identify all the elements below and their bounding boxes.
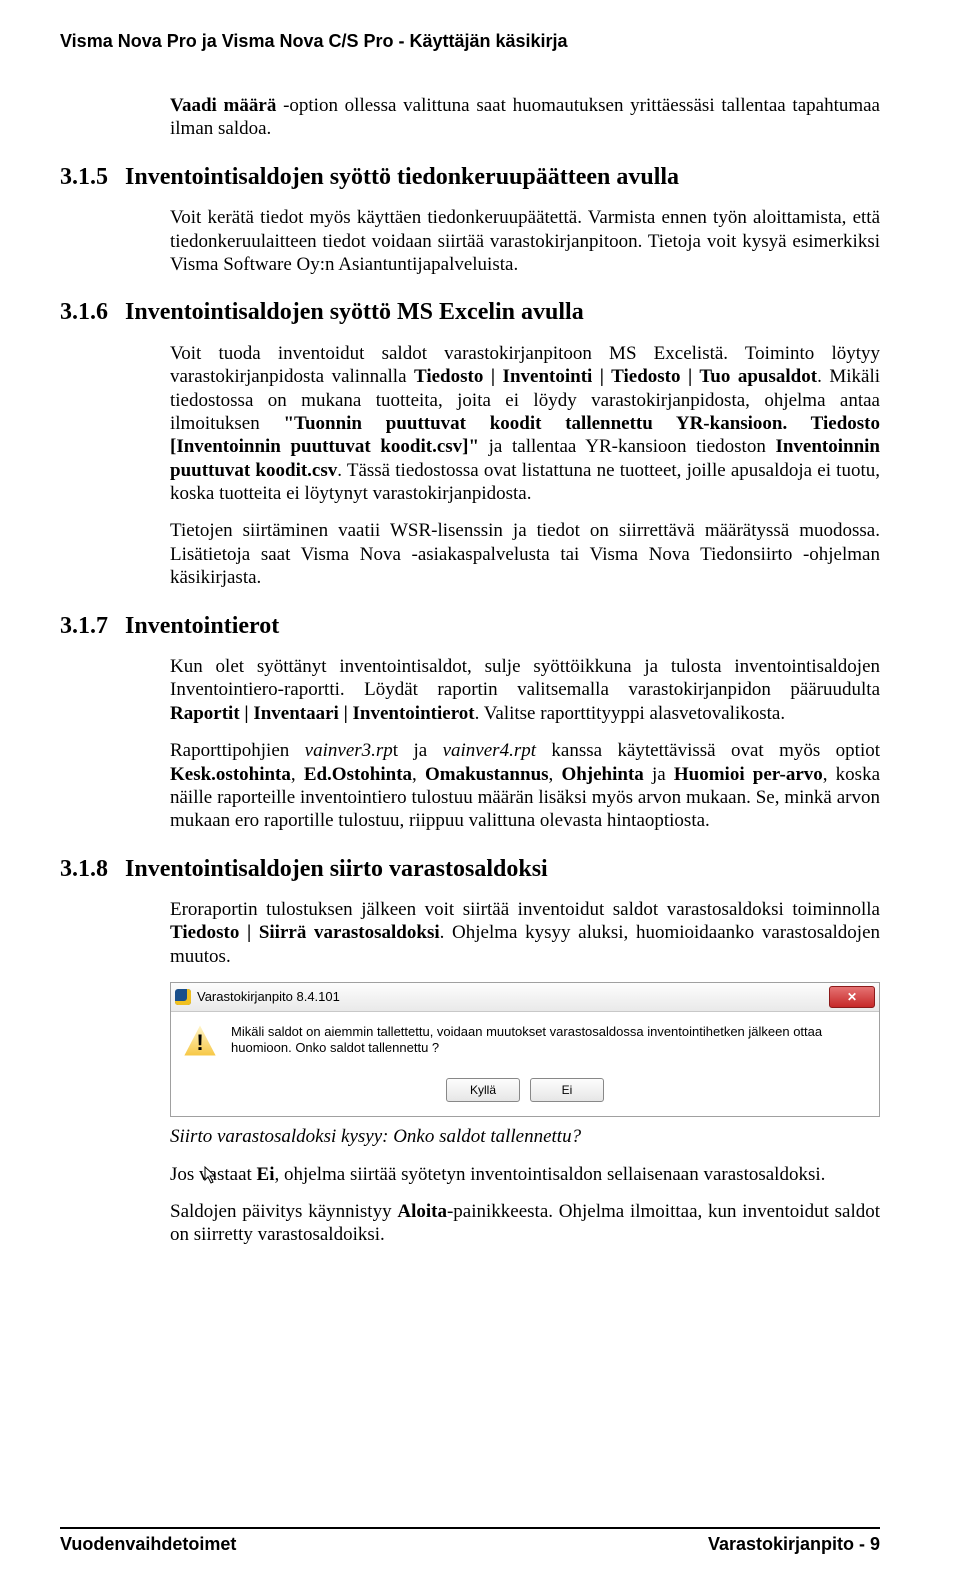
heading-315: 3.1.5 Inventointisaldojen syöttö tiedonk…	[60, 163, 880, 193]
heading-318: 3.1.8 Inventointisaldojen siirto varasto…	[60, 855, 880, 885]
dialog-title: Varastokirjanpito 8.4.101	[197, 989, 340, 1005]
dialog-window: Varastokirjanpito 8.4.101 ✕ Mikäli saldo…	[170, 982, 880, 1117]
body-text: Saldojen päivitys käynnistyy Aloita-pain…	[170, 1200, 880, 1247]
body-text: Tietojen siirtäminen vaatii WSR-lisenssi…	[170, 519, 880, 589]
body-text: Voit kerätä tiedot myös käyttäen tiedonk…	[170, 206, 880, 276]
figure-caption: Siirto varastosaldoksi kysyy: Onko saldo…	[170, 1125, 880, 1148]
warning-icon	[183, 1024, 217, 1058]
body-text: Jos vastaat Ei, ohjelma siirtää syötetyn…	[170, 1163, 880, 1186]
body-text: Raporttipohjien vainver3.rpt ja vainver4…	[170, 739, 880, 832]
close-icon: ✕	[847, 990, 857, 1005]
footer-left: Vuodenvaihdetoimet	[60, 1533, 236, 1555]
footer-right: Varastokirjanpito - 9	[708, 1533, 880, 1555]
body-text: Eroraportin tulostuksen jälkeen voit sii…	[170, 898, 880, 968]
close-button[interactable]: ✕	[829, 986, 875, 1008]
heading-317: 3.1.7 Inventointierot	[60, 612, 880, 642]
no-button[interactable]: Ei	[530, 1078, 604, 1102]
app-icon	[175, 989, 191, 1005]
body-text: Kun olet syöttänyt inventointisaldot, su…	[170, 655, 880, 725]
body-text: Voit tuoda inventoidut saldot varastokir…	[170, 342, 880, 506]
yes-button[interactable]: Kyllä	[446, 1078, 520, 1102]
dialog-message: Mikäli saldot on aiemmin tallettettu, vo…	[231, 1024, 867, 1058]
dialog-titlebar: Varastokirjanpito 8.4.101 ✕	[171, 983, 879, 1012]
body-text: Vaadi määrä -option ollessa valittuna sa…	[170, 94, 880, 141]
option-name: Vaadi määrä	[170, 95, 276, 116]
page-header: Visma Nova Pro ja Visma Nova C/S Pro - K…	[60, 30, 880, 52]
page-footer: Vuodenvaihdetoimet Varastokirjanpito - 9	[0, 1527, 960, 1555]
heading-316: 3.1.6 Inventointisaldojen syöttö MS Exce…	[60, 298, 880, 328]
